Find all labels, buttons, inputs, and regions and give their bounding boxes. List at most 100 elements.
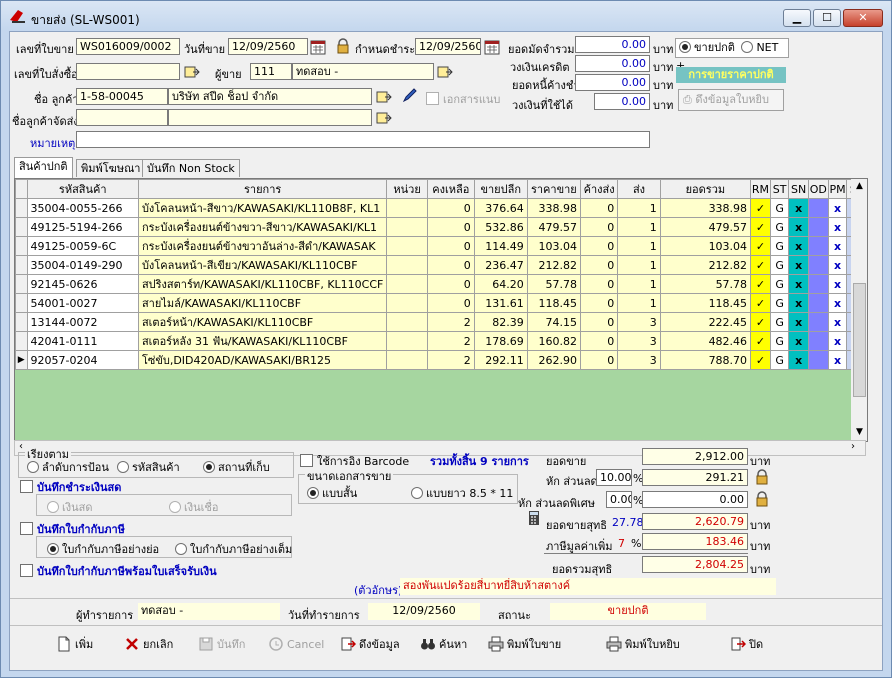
price-cell[interactable]: 57.78 — [526, 274, 581, 294]
backorder-cell[interactable]: 0 — [579, 350, 619, 370]
retail-cell[interactable]: 236.47 — [473, 255, 528, 275]
customer-code-field[interactable]: 1-58-00045 — [76, 88, 168, 105]
st-flag[interactable]: G — [769, 293, 790, 313]
sort-entry-radio[interactable]: ลำดับการป้อน — [27, 458, 109, 476]
code-cell[interactable]: 35004-0149-290 — [26, 255, 139, 275]
ship-to-code-field[interactable] — [76, 109, 168, 126]
pm-flag[interactable]: x — [827, 312, 848, 332]
vertical-scrollbar[interactable]: ▲ ▼ — [851, 179, 867, 441]
rm-check-icon[interactable]: ✓ — [750, 350, 771, 370]
code-cell[interactable]: 13144-0072 — [26, 312, 139, 332]
tab-normal-items[interactable]: สินค้าปกติ — [14, 157, 73, 178]
col-retail[interactable]: ขายปลีก — [473, 179, 528, 199]
calendar-icon[interactable] — [310, 39, 326, 55]
col-code[interactable]: รหัสสินค้า — [26, 179, 139, 199]
col-od[interactable]: OD — [807, 179, 829, 199]
backorder-cell[interactable]: 0 — [579, 331, 619, 351]
cancel-doc-button[interactable]: ยกเลิก — [124, 634, 173, 656]
sn-flag[interactable]: x — [788, 312, 809, 332]
tab-non-stock[interactable]: บันทึก Non Stock — [142, 159, 240, 177]
sn-flag[interactable]: x — [788, 255, 809, 275]
unit-cell[interactable] — [386, 217, 428, 237]
retail-cell[interactable]: 532.86 — [473, 217, 528, 237]
table-row[interactable]: 42041-0111 สเตอร์หลัง 31 ฟัน/KAWASAKI/KL1… — [15, 331, 867, 351]
cancel-button[interactable]: Cancel — [268, 634, 324, 656]
retail-cell[interactable]: 82.39 — [473, 312, 528, 332]
rm-check-icon[interactable]: ✓ — [750, 217, 771, 237]
row-indicator[interactable] — [15, 198, 28, 218]
backorder-cell[interactable]: 0 — [579, 274, 619, 294]
lock-icon[interactable] — [754, 491, 770, 507]
table-row[interactable]: 92145-0626 สปริงสตาร์ท/KAWASAKI/KL110CBF,… — [15, 274, 867, 294]
sort-code-radio[interactable]: รหัสสินค้า — [117, 458, 180, 476]
doc-no-field[interactable]: WS016009/0002 — [76, 38, 180, 55]
desc-cell[interactable]: สเตอร์หน้า/KAWASAKI/KL110CBF — [137, 312, 388, 332]
od-cell[interactable] — [807, 236, 829, 256]
stock-cell[interactable]: 0 — [426, 255, 475, 275]
backorder-cell[interactable]: 0 — [579, 236, 619, 256]
row-indicator[interactable] — [15, 236, 28, 256]
pen-icon[interactable] — [402, 87, 418, 103]
price-cell[interactable]: 338.98 — [526, 198, 581, 218]
unit-cell[interactable] — [386, 255, 428, 275]
code-cell[interactable]: 35004-0055-266 — [26, 198, 139, 218]
pm-flag[interactable]: x — [827, 236, 848, 256]
row-indicator[interactable] — [15, 217, 28, 237]
tax-full-radio[interactable]: ใบกำกับภาษีอย่างเต็ม — [175, 540, 292, 558]
unit-cell[interactable] — [386, 312, 428, 332]
close-window-button[interactable]: ✕ — [843, 9, 883, 27]
table-row[interactable]: 35004-0149-290 บังโคลนหน้า-สีเขียว/KAWASA… — [15, 255, 867, 275]
ship-cell[interactable]: 1 — [617, 217, 661, 237]
ship-cell[interactable]: 1 — [617, 198, 661, 218]
sn-flag[interactable]: x — [788, 293, 809, 313]
remark-field[interactable] — [76, 131, 650, 148]
po-field[interactable] — [76, 63, 180, 80]
table-row[interactable]: 49125-0059-6C กระบังเครื่องยนต์ข้างขวาอัน… — [15, 236, 867, 256]
table-row[interactable]: 54001-0027 สายไมล์/KAWASAKI/KL110CBF 0 131.… — [15, 293, 867, 313]
st-flag[interactable]: G — [769, 217, 790, 237]
code-cell[interactable]: 49125-5194-266 — [26, 217, 139, 237]
retail-cell[interactable]: 178.69 — [473, 331, 528, 351]
stock-cell[interactable]: 2 — [426, 350, 475, 370]
scroll-down-icon[interactable]: ▼ — [851, 427, 867, 437]
price-cell[interactable]: 74.15 — [526, 312, 581, 332]
od-cell[interactable] — [807, 198, 829, 218]
total-cell[interactable]: 57.78 — [659, 274, 752, 294]
total-cell[interactable]: 212.82 — [659, 255, 752, 275]
ship-cell[interactable]: 3 — [617, 312, 661, 332]
code-cell[interactable]: 49125-0059-6C — [26, 236, 139, 256]
price-cell[interactable]: 103.04 — [526, 236, 581, 256]
print-sale-button[interactable]: พิมพ์ใบขาย — [488, 634, 561, 656]
lookup-icon[interactable] — [184, 64, 200, 80]
unit-cell[interactable] — [386, 350, 428, 370]
current-row-indicator-icon[interactable]: ▶ — [15, 350, 28, 370]
sn-flag[interactable]: x — [788, 274, 809, 294]
pm-flag[interactable]: x — [827, 331, 848, 351]
add-button[interactable]: เพิ่ม — [56, 634, 93, 656]
code-cell[interactable]: 42041-0111 — [26, 331, 139, 351]
tab-print-ad[interactable]: พิมพ์โฆษณา — [76, 159, 146, 177]
attach-checkbox[interactable]: เอกสารแนบ — [426, 90, 500, 108]
seller-code-field[interactable]: 111 — [250, 63, 292, 80]
rm-check-icon[interactable]: ✓ — [750, 293, 771, 313]
retail-cell[interactable]: 64.20 — [473, 274, 528, 294]
rm-check-icon[interactable]: ✓ — [750, 198, 771, 218]
stock-cell[interactable]: 0 — [426, 274, 475, 294]
rm-check-icon[interactable]: ✓ — [750, 312, 771, 332]
table-row[interactable]: 13144-0072 สเตอร์หน้า/KAWASAKI/KL110CBF 2 8… — [15, 312, 867, 332]
col-total[interactable]: ยอดรวม — [659, 179, 752, 199]
lock-icon[interactable] — [754, 469, 770, 485]
print-pick-button[interactable]: พิมพ์ใบหยิบ — [606, 634, 680, 656]
row-indicator[interactable] — [15, 255, 28, 275]
pm-flag[interactable]: x — [827, 198, 848, 218]
backorder-cell[interactable]: 0 — [579, 293, 619, 313]
col-unit[interactable]: หน่วย — [386, 179, 428, 199]
desc-cell[interactable]: บังโคลนหน้า-สีขาว/KAWASAKI/KL110B8F, KL1 — [137, 198, 388, 218]
unit-cell[interactable] — [386, 331, 428, 351]
price-cell[interactable]: 212.82 — [526, 255, 581, 275]
unit-cell[interactable] — [386, 293, 428, 313]
table-row[interactable]: ▶ 92057-0204 โซ่ขับ,DID420AD/KAWASAKI/BR12… — [15, 350, 867, 370]
retail-cell[interactable]: 292.11 — [473, 350, 528, 370]
pull-pick-button[interactable]: ⎙ ดึงข้อมูลใบหยิบ — [678, 89, 784, 111]
ship-cell[interactable]: 3 — [617, 350, 661, 370]
